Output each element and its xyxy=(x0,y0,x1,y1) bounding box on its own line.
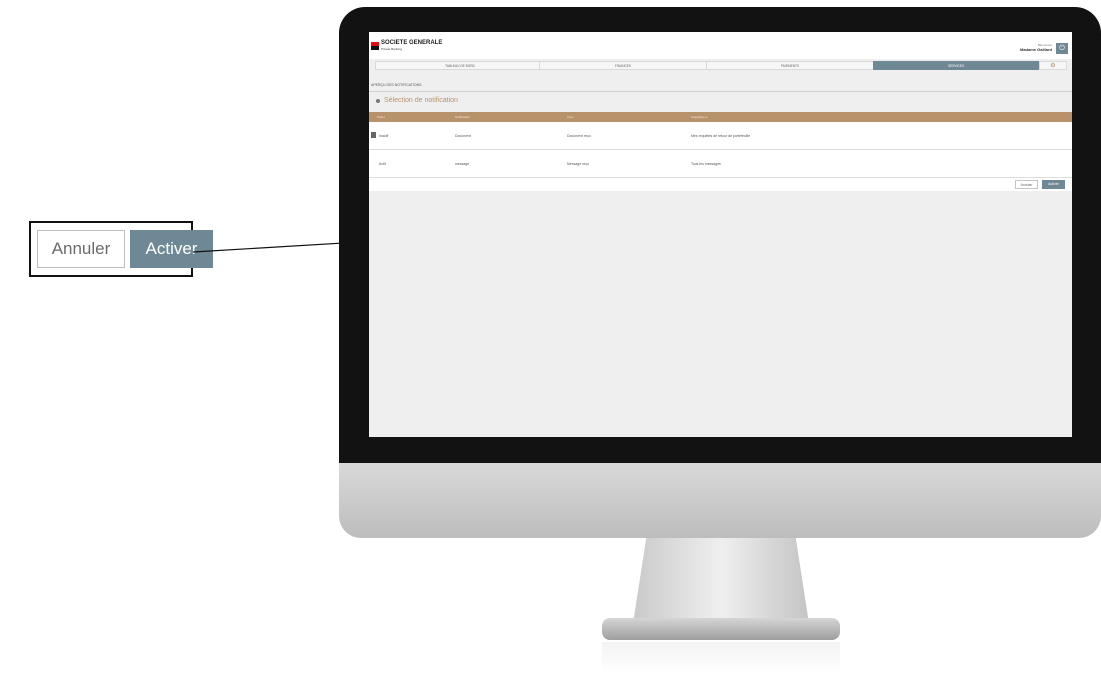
callout-activate-button[interactable]: Activer xyxy=(130,230,213,268)
column-header-status: Statut xyxy=(377,115,385,119)
table-row[interactable]: Inactif Document Document reçu Mes requê… xyxy=(369,122,1072,150)
column-header-applies-to: S'applique à xyxy=(691,115,708,119)
column-header-notification: Notification xyxy=(455,115,470,119)
row-notification: Document xyxy=(455,134,471,138)
settings-gear-icon[interactable]: ⚙ xyxy=(1039,61,1067,70)
activate-button[interactable]: Activer xyxy=(1042,180,1065,189)
row-notification: message xyxy=(455,162,470,166)
main-nav: TABLEAU DE BORD FINANCES PAIEMENTS SERVI… xyxy=(369,61,1072,71)
breadcrumb[interactable]: APERÇU DES NOTIFICATIONS xyxy=(371,83,422,87)
power-icon[interactable]: ⏻ xyxy=(1056,43,1068,54)
document-icon xyxy=(371,132,376,138)
tab-paiements[interactable]: PAIEMENTS xyxy=(706,61,874,70)
row-type: Message reçu xyxy=(567,162,589,166)
monitor-reflection xyxy=(602,642,840,672)
tab-services[interactable]: SERVICES xyxy=(873,61,1039,70)
brand-subtitle: Private Banking xyxy=(381,47,403,51)
table-row[interactable]: Actif message Message reçu Tous les mess… xyxy=(369,150,1072,178)
monitor-chin xyxy=(339,463,1101,538)
monitor-stand xyxy=(632,538,810,630)
tab-finances[interactable]: FINANCES xyxy=(539,61,707,70)
divider xyxy=(369,91,1072,92)
row-status: Actif xyxy=(379,162,386,166)
row-status: Inactif xyxy=(379,134,389,138)
callout-zoom-box: Annuler Activer xyxy=(29,221,213,277)
user-info: Bienvenue Madame Gaillard xyxy=(1020,43,1052,52)
column-header-type: Type xyxy=(567,115,574,119)
brand-logo-icon xyxy=(371,42,379,50)
app-screen: SOCIETE GENERALE Private Banking Bienven… xyxy=(369,32,1072,437)
row-applies-to: Tous les messages xyxy=(691,162,721,166)
tab-tableau-de-bord[interactable]: TABLEAU DE BORD xyxy=(375,61,545,70)
section-title: Sélection de notification xyxy=(384,97,458,104)
app-header: SOCIETE GENERALE Private Banking Bienven… xyxy=(369,32,1072,59)
row-type: Document reçu xyxy=(567,134,591,138)
monitor-base xyxy=(602,618,840,640)
brand-name: SOCIETE GENERALE xyxy=(381,40,443,46)
section-bullet-icon xyxy=(376,99,380,103)
table-header: Statut Notification Type S'applique à xyxy=(369,112,1072,122)
user-name: Madame Gaillard xyxy=(1019,47,1052,52)
callout-cancel-button[interactable]: Annuler xyxy=(37,230,125,268)
action-bar: Annuler Activer xyxy=(369,178,1072,191)
row-applies-to: Mes requêtes de retour de portefeuille xyxy=(691,134,751,138)
cancel-button[interactable]: Annuler xyxy=(1015,180,1038,189)
